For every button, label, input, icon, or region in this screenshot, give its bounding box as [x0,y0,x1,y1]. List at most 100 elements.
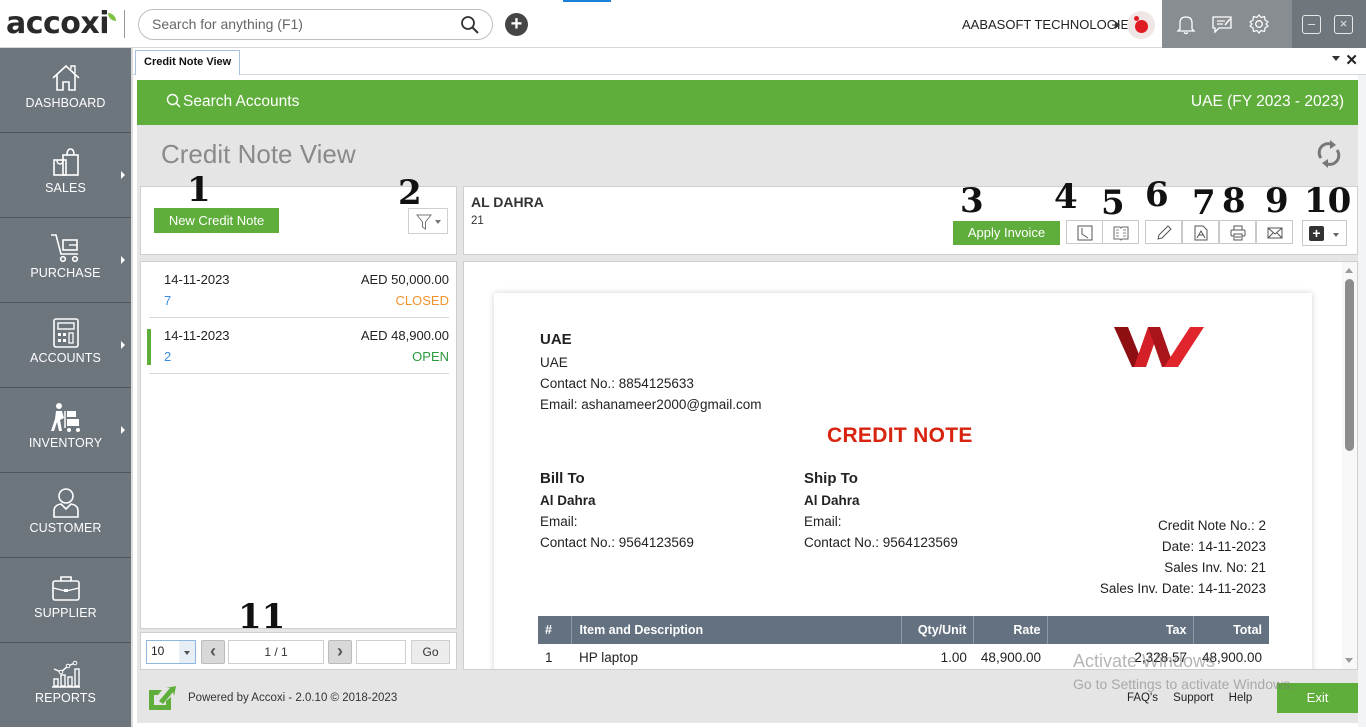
more-actions-button[interactable]: + [1302,220,1347,246]
col-rate: Rate [973,616,1049,644]
customer-name: AL DAHRA [471,194,544,210]
book-icon [1113,226,1129,241]
sidebar-label: SALES [45,181,86,195]
credit-note-document: UAE UAE Contact No.: 8854125633 Email: a… [494,293,1312,669]
chevron-down-icon [435,220,441,224]
briefcase-icon [52,576,80,601]
close-tab-icon[interactable]: ✕ [1345,51,1358,69]
page-scrollbar[interactable] [1358,75,1366,727]
printer-icon [1230,225,1246,241]
support-link[interactable]: Support [1173,692,1213,704]
gear-icon[interactable] [1248,13,1270,35]
company-selector[interactable]: AABASOFT TECHNOLOGIES [962,17,1138,32]
pdf-icon [1194,225,1208,241]
credit-note-number: Credit Note No.: 2 [1157,518,1266,533]
sidebar-item-accounts[interactable]: ACCOUNTS [0,303,131,388]
page-title-bar: Credit Note View [137,125,1358,183]
new-credit-note-button[interactable]: New Credit Note [154,208,279,233]
sidebar-label: REPORTS [35,691,96,705]
history-button[interactable] [1066,220,1103,244]
search-icon [166,93,181,108]
calculator-icon [53,318,79,348]
sidebar-item-dashboard[interactable]: DASHBOARD [0,48,131,133]
help-link[interactable]: Help [1229,692,1253,704]
callout-number: 3 [960,181,984,221]
chevron-down-icon[interactable] [179,641,195,663]
pencil-icon [1157,225,1172,240]
sidebar-item-purchase[interactable]: PURCHASE [0,218,131,303]
search-icon[interactable] [460,15,480,35]
page-size-select[interactable]: 10 [146,640,196,664]
email-button[interactable] [1256,220,1293,244]
footer-links: FAQ's Support Help [1127,692,1264,704]
list-item[interactable]: 14-11-2023 AED 50,000.00 7 CLOSED [149,262,449,318]
fiscal-year[interactable]: UAE (FY 2023 - 2023) [1191,93,1344,111]
edit-button[interactable] [1145,220,1182,244]
prev-page-button[interactable]: ‹ [201,640,225,664]
sidebar-label: ACCOUNTS [30,351,101,365]
document-meta: Credit Note No.: 2 Date: 14-11-2023 Sale… [1100,515,1266,599]
app-logo: accoxi [6,6,110,41]
tab-list-dropdown-icon[interactable] [1332,56,1340,61]
print-button[interactable] [1219,220,1256,244]
close-window-icon[interactable]: × [1334,15,1353,34]
minimize-icon[interactable]: – [1302,15,1321,34]
sidebar-label: INVENTORY [28,436,103,450]
top-bar: accoxi + AABASOFT TECHNOLOGIES – × [0,0,1366,48]
logo-separator [124,10,125,38]
go-button[interactable]: Go [411,640,450,664]
pdf-button[interactable] [1182,220,1219,244]
cart-icon [51,234,79,263]
sidebar-item-sales[interactable]: SALES [0,133,131,218]
faq-link[interactable]: FAQ's [1127,692,1158,704]
next-page-button[interactable]: › [328,640,352,664]
note-amount: AED 48,900.00 [360,328,449,343]
company-contact: Contact No.: 8854125633 [540,376,694,391]
callout-number: 4 [1054,177,1078,217]
sidebar-item-inventory[interactable]: INVENTORY [0,388,131,473]
invoice-reference: 21 [471,215,484,227]
callout-number: 5 [1101,183,1125,223]
sidebar-item-customer[interactable]: CUSTOMER [0,473,131,558]
scroll-down-icon[interactable] [1345,658,1353,663]
bill-to-email: Email: [540,514,578,529]
note-number[interactable]: 2 [164,349,171,364]
sidebar-item-supplier[interactable]: SUPPLIER [0,558,131,643]
callout-number: 2 [398,173,422,213]
note-number[interactable]: 7 [164,293,171,308]
document-title: CREDIT NOTE [827,424,973,447]
scroll-up-icon[interactable] [1345,268,1353,273]
filter-icon [416,214,432,230]
loading-indicator [563,0,611,2]
global-search[interactable] [138,9,493,40]
search-accounts-button[interactable]: Search Accounts [166,93,299,111]
journal-button[interactable] [1102,220,1139,244]
callout-number: 6 [1145,175,1169,215]
company-address: UAE [540,355,568,370]
refresh-icon[interactable] [1316,139,1342,169]
apply-invoice-button[interactable]: Apply Invoice [953,221,1060,245]
accoxi-footer-logo [149,686,176,710]
caret-right-icon[interactable] [1115,21,1120,29]
note-date: 14-11-2023 [164,328,230,343]
callout-number: 11 [238,597,286,637]
document-scrollbar[interactable] [1342,262,1357,669]
col-tax: Tax [1047,616,1195,644]
sidebar-item-reports[interactable]: REPORTS [0,643,131,728]
ship-to-email: Email: [804,514,842,529]
feedback-icon[interactable] [1211,13,1233,35]
callout-number: 8 [1222,181,1246,221]
user-avatar[interactable] [1127,11,1155,39]
goto-page-input[interactable] [356,640,406,664]
tab-credit-note-view[interactable]: Credit Note View [135,50,241,75]
bell-icon[interactable] [1175,13,1197,35]
scroll-thumb[interactable] [1345,279,1354,451]
credit-note-list: 14-11-2023 AED 50,000.00 7 CLOSED 14-11-… [140,261,457,629]
list-item[interactable]: 14-11-2023 AED 48,900.00 2 OPEN [147,318,449,374]
global-search-input[interactable] [152,16,452,32]
clock-icon [1077,225,1093,241]
col-qty: Qty/Unit [901,616,975,644]
note-amount: AED 50,000.00 [360,272,449,287]
quick-add-button[interactable]: + [505,13,528,36]
page-title: Credit Note View [161,139,356,169]
